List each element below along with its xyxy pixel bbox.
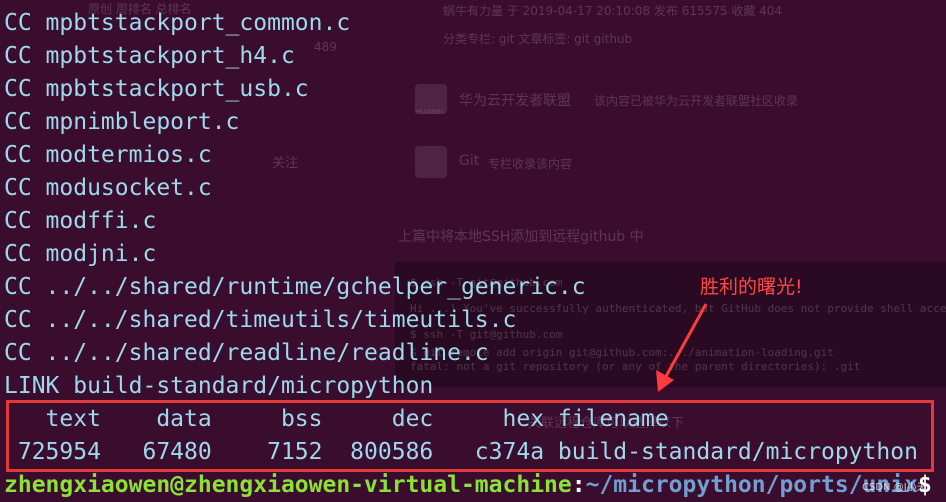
terminal-line: CC mpbtstackport_h4.c bbox=[4, 43, 295, 69]
terminal-line: CC modtermios.c bbox=[4, 142, 212, 168]
terminal-line: CC mpnimbleport.c bbox=[4, 109, 240, 135]
prompt-user-host: zhengxiaowen@zhengxiaowen-virtual-machin… bbox=[4, 472, 572, 498]
terminal-line: LINK build-standard/micropython bbox=[4, 373, 434, 399]
terminal-line: CC ../../shared/timeutils/timeutils.c bbox=[4, 307, 517, 333]
shell-prompt[interactable]: zhengxiaowen@zhengxiaowen-virtual-machin… bbox=[4, 469, 932, 502]
terminal-line: CC mpbtstackport_usb.c bbox=[4, 76, 309, 102]
prompt-colon: : bbox=[571, 472, 586, 498]
highlight-box bbox=[6, 400, 934, 472]
terminal-line: CC ../../shared/runtime/gchelper_generic… bbox=[4, 274, 586, 300]
terminal-window[interactable]: CC mpbtstackport_common.c CC mpbtstackpo… bbox=[0, 0, 946, 501]
terminal-line: CC ../../shared/readline/readline.c bbox=[4, 340, 489, 366]
watermark: CSDN @J小夫 bbox=[862, 482, 927, 493]
terminal-line: CC modffi.c bbox=[4, 208, 157, 234]
annotation-arrow-icon bbox=[656, 303, 708, 392]
annotation-label: 胜利的曙光! bbox=[700, 276, 803, 298]
terminal-line: CC modusocket.c bbox=[4, 175, 212, 201]
terminal-line: CC modjni.c bbox=[4, 241, 157, 267]
terminal-line: CC mpbtstackport_common.c bbox=[4, 10, 351, 36]
